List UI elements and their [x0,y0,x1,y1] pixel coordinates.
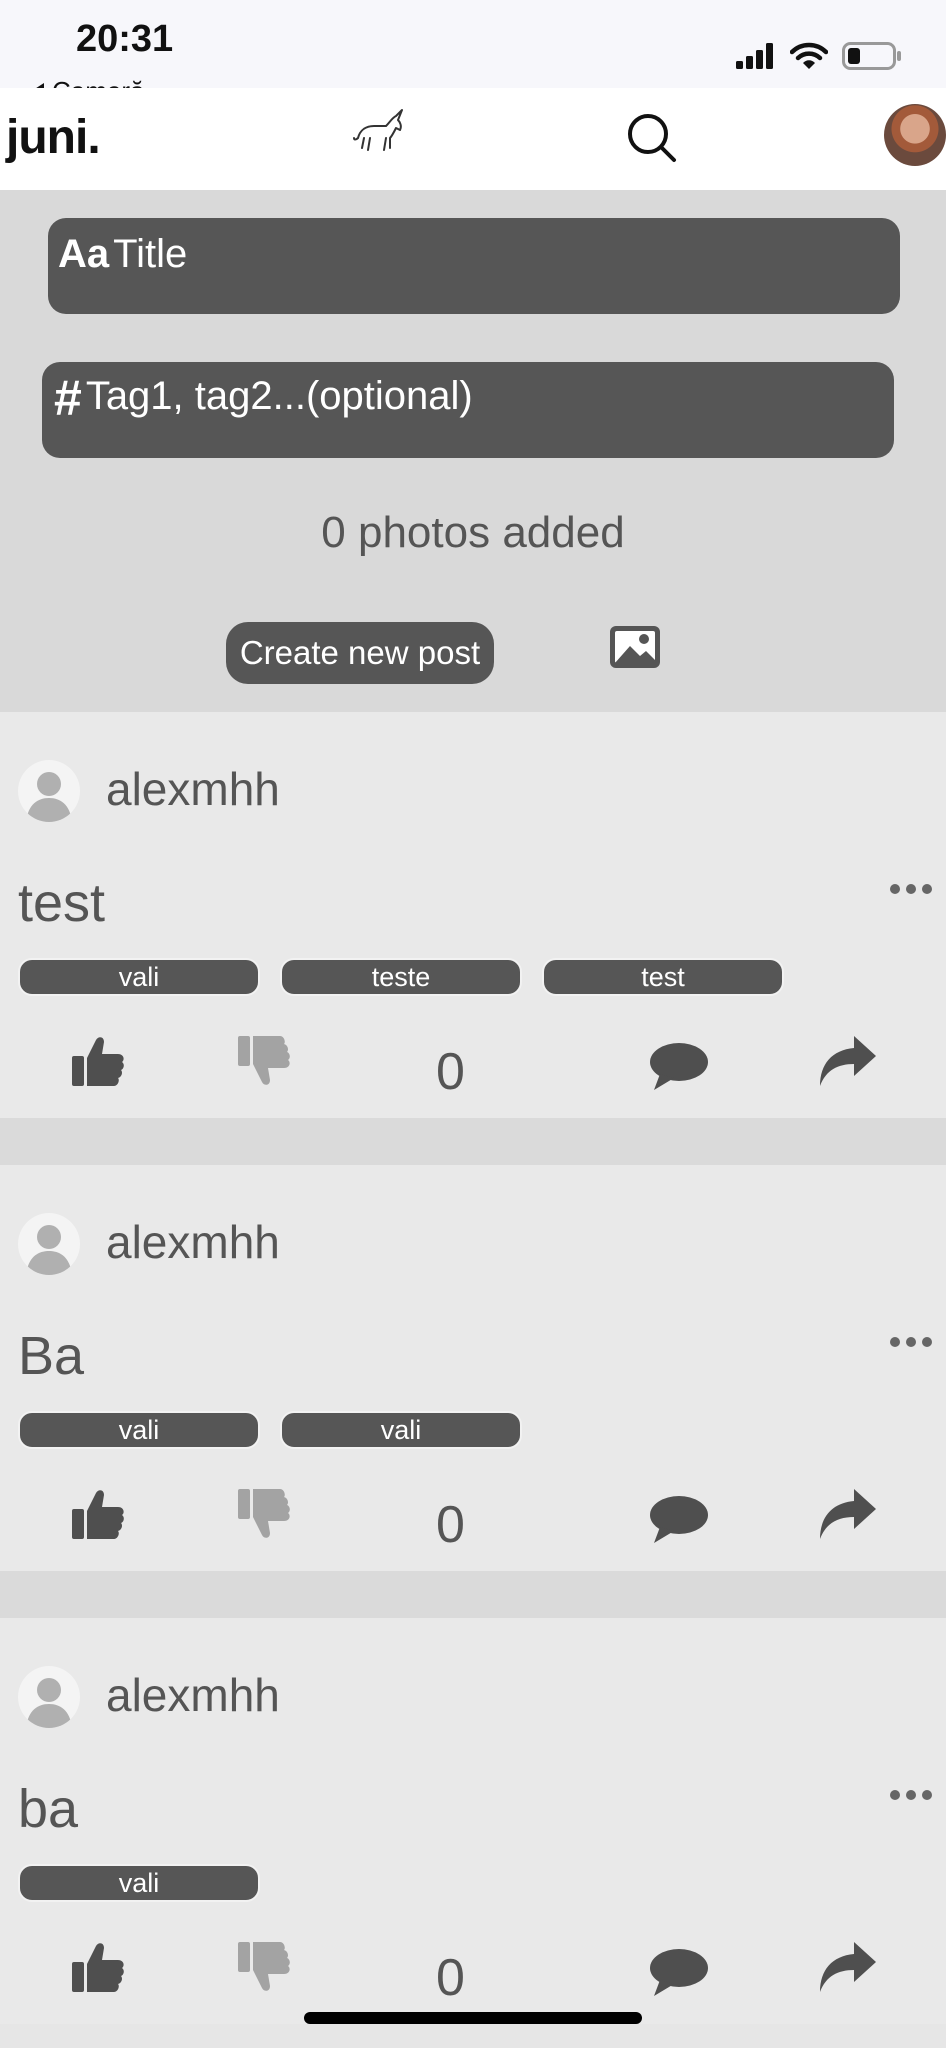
post-username[interactable]: alexmhh [106,1668,280,1722]
post-title[interactable]: test [18,872,105,934]
text-format-icon: Aa [58,232,110,276]
post-tags: vali [18,1864,260,1902]
app-header: juni. [0,88,946,190]
more-options-icon[interactable] [890,884,932,894]
create-post-button[interactable]: Create new post [226,622,494,684]
post-card: alexmhh ba vali 0 [0,1618,946,2024]
vote-score: 0 [436,1949,465,2007]
tag-chip[interactable]: vali [18,1411,260,1449]
post-tags: vali teste test [18,958,784,996]
post-tags: vali vali [18,1411,522,1449]
battery-icon [842,42,901,70]
unicorn-logo-icon[interactable] [352,108,406,158]
tag-chip[interactable]: test [542,958,784,996]
tag-chip[interactable]: vali [18,958,260,996]
post-title[interactable]: ba [18,1778,78,1840]
tag-chip[interactable]: vali [280,1411,522,1449]
tag-chip[interactable]: vali [18,1864,260,1902]
thumbs-up-icon[interactable] [70,1034,126,1088]
comment-icon[interactable] [648,1493,710,1545]
wifi-icon [790,42,828,69]
vote-score: 0 [436,1496,465,1554]
share-icon[interactable] [816,1940,878,1994]
profile-avatar[interactable] [884,104,946,166]
home-indicator[interactable] [304,2012,642,2024]
photos-count-label: 0 photos added [321,508,625,557]
comment-icon[interactable] [648,1040,710,1092]
user-avatar-icon[interactable] [18,1666,80,1728]
add-image-icon[interactable] [608,624,664,672]
title-input[interactable]: Aa Title [48,218,900,314]
title-placeholder: Title [113,232,188,276]
tag-chip[interactable]: teste [280,958,522,996]
post-card: alexmhh Ba vali vali 0 [0,1165,946,1571]
vote-score: 0 [436,1043,465,1101]
more-options-icon[interactable] [890,1337,932,1347]
share-icon[interactable] [816,1034,878,1088]
comment-icon[interactable] [648,1946,710,1998]
status-icons [736,42,902,70]
thumbs-up-icon[interactable] [70,1940,126,1994]
post-divider [0,1571,946,1618]
user-avatar-icon[interactable] [18,760,80,822]
new-post-composer: Aa Title # Tag1, tag2...(optional) 0 pho… [0,190,946,712]
tags-placeholder: Tag1, tag2...(optional) [85,374,473,418]
thumbs-up-icon[interactable] [70,1487,126,1541]
thumbs-down-icon[interactable] [236,1940,292,1994]
user-avatar-icon[interactable] [18,1213,80,1275]
signal-icon [736,43,773,69]
brand-logo[interactable]: juni. [6,110,101,165]
share-icon[interactable] [816,1487,878,1541]
thumbs-down-icon[interactable] [236,1034,292,1088]
post-username[interactable]: alexmhh [106,1215,280,1269]
post-title[interactable]: Ba [18,1325,84,1387]
hashtag-icon: # [54,370,82,426]
thumbs-down-icon[interactable] [236,1487,292,1541]
post-card: alexmhh test vali teste test 0 [0,712,946,1118]
post-divider [0,1118,946,1165]
status-bar: 20:31 Cameră [0,0,946,106]
post-username[interactable]: alexmhh [106,762,280,816]
search-icon[interactable] [624,110,680,166]
status-time: 20:31 [76,18,174,60]
more-options-icon[interactable] [890,1790,932,1800]
tags-input[interactable]: # Tag1, tag2...(optional) [42,362,894,458]
